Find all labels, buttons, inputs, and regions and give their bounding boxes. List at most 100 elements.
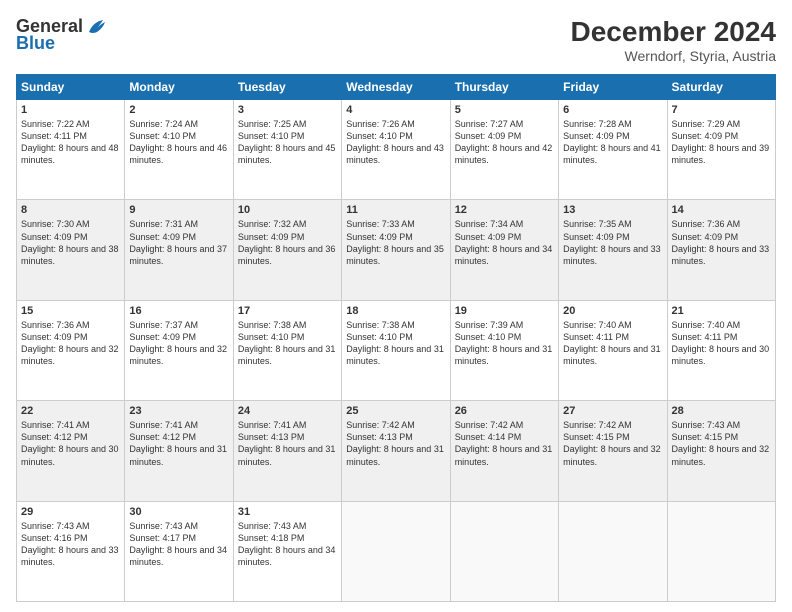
cell-info: Sunrise: 7:37 AM Sunset: 4:09 PM Dayligh… xyxy=(129,319,228,368)
calendar-cell: 4 Sunrise: 7:26 AM Sunset: 4:10 PM Dayli… xyxy=(342,100,450,200)
page: General Blue December 2024 Werndorf, Sty… xyxy=(0,0,792,612)
calendar-cell: 28 Sunrise: 7:43 AM Sunset: 4:15 PM Dayl… xyxy=(667,401,775,501)
cell-info: Sunrise: 7:34 AM Sunset: 4:09 PM Dayligh… xyxy=(455,218,554,267)
day-number: 13 xyxy=(563,204,662,216)
calendar-cell: 22 Sunrise: 7:41 AM Sunset: 4:12 PM Dayl… xyxy=(17,401,125,501)
day-number: 16 xyxy=(129,305,228,317)
cell-info: Sunrise: 7:33 AM Sunset: 4:09 PM Dayligh… xyxy=(346,218,445,267)
cell-info: Sunrise: 7:22 AM Sunset: 4:11 PM Dayligh… xyxy=(21,118,120,167)
calendar-week-row: 15 Sunrise: 7:36 AM Sunset: 4:09 PM Dayl… xyxy=(17,300,776,400)
day-number: 29 xyxy=(21,506,120,518)
calendar-cell: 10 Sunrise: 7:32 AM Sunset: 4:09 PM Dayl… xyxy=(233,200,341,300)
calendar-cell: 16 Sunrise: 7:37 AM Sunset: 4:09 PM Dayl… xyxy=(125,300,233,400)
calendar-week-row: 1 Sunrise: 7:22 AM Sunset: 4:11 PM Dayli… xyxy=(17,100,776,200)
calendar-cell: 26 Sunrise: 7:42 AM Sunset: 4:14 PM Dayl… xyxy=(450,401,558,501)
cell-info: Sunrise: 7:43 AM Sunset: 4:15 PM Dayligh… xyxy=(672,419,771,468)
day-number: 2 xyxy=(129,104,228,116)
calendar-cell: 5 Sunrise: 7:27 AM Sunset: 4:09 PM Dayli… xyxy=(450,100,558,200)
calendar-cell: 3 Sunrise: 7:25 AM Sunset: 4:10 PM Dayli… xyxy=(233,100,341,200)
cell-info: Sunrise: 7:32 AM Sunset: 4:09 PM Dayligh… xyxy=(238,218,337,267)
cell-info: Sunrise: 7:27 AM Sunset: 4:09 PM Dayligh… xyxy=(455,118,554,167)
cell-info: Sunrise: 7:40 AM Sunset: 4:11 PM Dayligh… xyxy=(672,319,771,368)
cell-info: Sunrise: 7:42 AM Sunset: 4:15 PM Dayligh… xyxy=(563,419,662,468)
day-number: 14 xyxy=(672,204,771,216)
cell-info: Sunrise: 7:26 AM Sunset: 4:10 PM Dayligh… xyxy=(346,118,445,167)
day-number: 9 xyxy=(129,204,228,216)
calendar-cell: 15 Sunrise: 7:36 AM Sunset: 4:09 PM Dayl… xyxy=(17,300,125,400)
calendar-header-row: Sunday Monday Tuesday Wednesday Thursday… xyxy=(17,75,776,100)
cell-info: Sunrise: 7:38 AM Sunset: 4:10 PM Dayligh… xyxy=(346,319,445,368)
calendar-cell: 29 Sunrise: 7:43 AM Sunset: 4:16 PM Dayl… xyxy=(17,501,125,601)
cell-info: Sunrise: 7:41 AM Sunset: 4:12 PM Dayligh… xyxy=(129,419,228,468)
calendar-cell: 8 Sunrise: 7:30 AM Sunset: 4:09 PM Dayli… xyxy=(17,200,125,300)
day-number: 3 xyxy=(238,104,337,116)
col-friday: Friday xyxy=(559,75,667,100)
calendar-cell: 30 Sunrise: 7:43 AM Sunset: 4:17 PM Dayl… xyxy=(125,501,233,601)
col-sunday: Sunday xyxy=(17,75,125,100)
cell-info: Sunrise: 7:42 AM Sunset: 4:13 PM Dayligh… xyxy=(346,419,445,468)
cell-info: Sunrise: 7:43 AM Sunset: 4:17 PM Dayligh… xyxy=(129,520,228,569)
col-monday: Monday xyxy=(125,75,233,100)
calendar-cell: 13 Sunrise: 7:35 AM Sunset: 4:09 PM Dayl… xyxy=(559,200,667,300)
cell-info: Sunrise: 7:30 AM Sunset: 4:09 PM Dayligh… xyxy=(21,218,120,267)
cell-info: Sunrise: 7:43 AM Sunset: 4:16 PM Dayligh… xyxy=(21,520,120,569)
calendar-cell xyxy=(667,501,775,601)
day-number: 15 xyxy=(21,305,120,317)
day-number: 27 xyxy=(563,405,662,417)
cell-info: Sunrise: 7:39 AM Sunset: 4:10 PM Dayligh… xyxy=(455,319,554,368)
calendar-cell xyxy=(342,501,450,601)
day-number: 31 xyxy=(238,506,337,518)
day-number: 6 xyxy=(563,104,662,116)
day-number: 24 xyxy=(238,405,337,417)
day-number: 8 xyxy=(21,204,120,216)
cell-info: Sunrise: 7:35 AM Sunset: 4:09 PM Dayligh… xyxy=(563,218,662,267)
day-number: 23 xyxy=(129,405,228,417)
day-number: 19 xyxy=(455,305,554,317)
day-number: 26 xyxy=(455,405,554,417)
calendar-cell: 1 Sunrise: 7:22 AM Sunset: 4:11 PM Dayli… xyxy=(17,100,125,200)
calendar-week-row: 29 Sunrise: 7:43 AM Sunset: 4:16 PM Dayl… xyxy=(17,501,776,601)
calendar-cell: 11 Sunrise: 7:33 AM Sunset: 4:09 PM Dayl… xyxy=(342,200,450,300)
cell-info: Sunrise: 7:29 AM Sunset: 4:09 PM Dayligh… xyxy=(672,118,771,167)
logo: General Blue xyxy=(16,16,107,54)
calendar-week-row: 22 Sunrise: 7:41 AM Sunset: 4:12 PM Dayl… xyxy=(17,401,776,501)
day-number: 7 xyxy=(672,104,771,116)
calendar-cell: 9 Sunrise: 7:31 AM Sunset: 4:09 PM Dayli… xyxy=(125,200,233,300)
col-wednesday: Wednesday xyxy=(342,75,450,100)
day-number: 17 xyxy=(238,305,337,317)
logo-blue-text: Blue xyxy=(16,33,55,54)
col-thursday: Thursday xyxy=(450,75,558,100)
calendar-cell: 27 Sunrise: 7:42 AM Sunset: 4:15 PM Dayl… xyxy=(559,401,667,501)
cell-info: Sunrise: 7:41 AM Sunset: 4:13 PM Dayligh… xyxy=(238,419,337,468)
calendar-cell: 19 Sunrise: 7:39 AM Sunset: 4:10 PM Dayl… xyxy=(450,300,558,400)
calendar-cell xyxy=(559,501,667,601)
cell-info: Sunrise: 7:38 AM Sunset: 4:10 PM Dayligh… xyxy=(238,319,337,368)
day-number: 20 xyxy=(563,305,662,317)
calendar-cell: 7 Sunrise: 7:29 AM Sunset: 4:09 PM Dayli… xyxy=(667,100,775,200)
calendar-cell: 17 Sunrise: 7:38 AM Sunset: 4:10 PM Dayl… xyxy=(233,300,341,400)
day-number: 4 xyxy=(346,104,445,116)
day-number: 25 xyxy=(346,405,445,417)
location: Werndorf, Styria, Austria xyxy=(571,48,776,64)
col-saturday: Saturday xyxy=(667,75,775,100)
day-number: 30 xyxy=(129,506,228,518)
cell-info: Sunrise: 7:28 AM Sunset: 4:09 PM Dayligh… xyxy=(563,118,662,167)
day-number: 12 xyxy=(455,204,554,216)
cell-info: Sunrise: 7:36 AM Sunset: 4:09 PM Dayligh… xyxy=(21,319,120,368)
cell-info: Sunrise: 7:41 AM Sunset: 4:12 PM Dayligh… xyxy=(21,419,120,468)
day-number: 22 xyxy=(21,405,120,417)
day-number: 11 xyxy=(346,204,445,216)
cell-info: Sunrise: 7:42 AM Sunset: 4:14 PM Dayligh… xyxy=(455,419,554,468)
calendar-week-row: 8 Sunrise: 7:30 AM Sunset: 4:09 PM Dayli… xyxy=(17,200,776,300)
day-number: 1 xyxy=(21,104,120,116)
calendar-cell: 14 Sunrise: 7:36 AM Sunset: 4:09 PM Dayl… xyxy=(667,200,775,300)
calendar-cell: 2 Sunrise: 7:24 AM Sunset: 4:10 PM Dayli… xyxy=(125,100,233,200)
calendar-cell xyxy=(450,501,558,601)
calendar-cell: 12 Sunrise: 7:34 AM Sunset: 4:09 PM Dayl… xyxy=(450,200,558,300)
col-tuesday: Tuesday xyxy=(233,75,341,100)
cell-info: Sunrise: 7:36 AM Sunset: 4:09 PM Dayligh… xyxy=(672,218,771,267)
day-number: 28 xyxy=(672,405,771,417)
month-year: December 2024 xyxy=(571,16,776,48)
calendar-cell: 18 Sunrise: 7:38 AM Sunset: 4:10 PM Dayl… xyxy=(342,300,450,400)
header: General Blue December 2024 Werndorf, Sty… xyxy=(16,16,776,64)
